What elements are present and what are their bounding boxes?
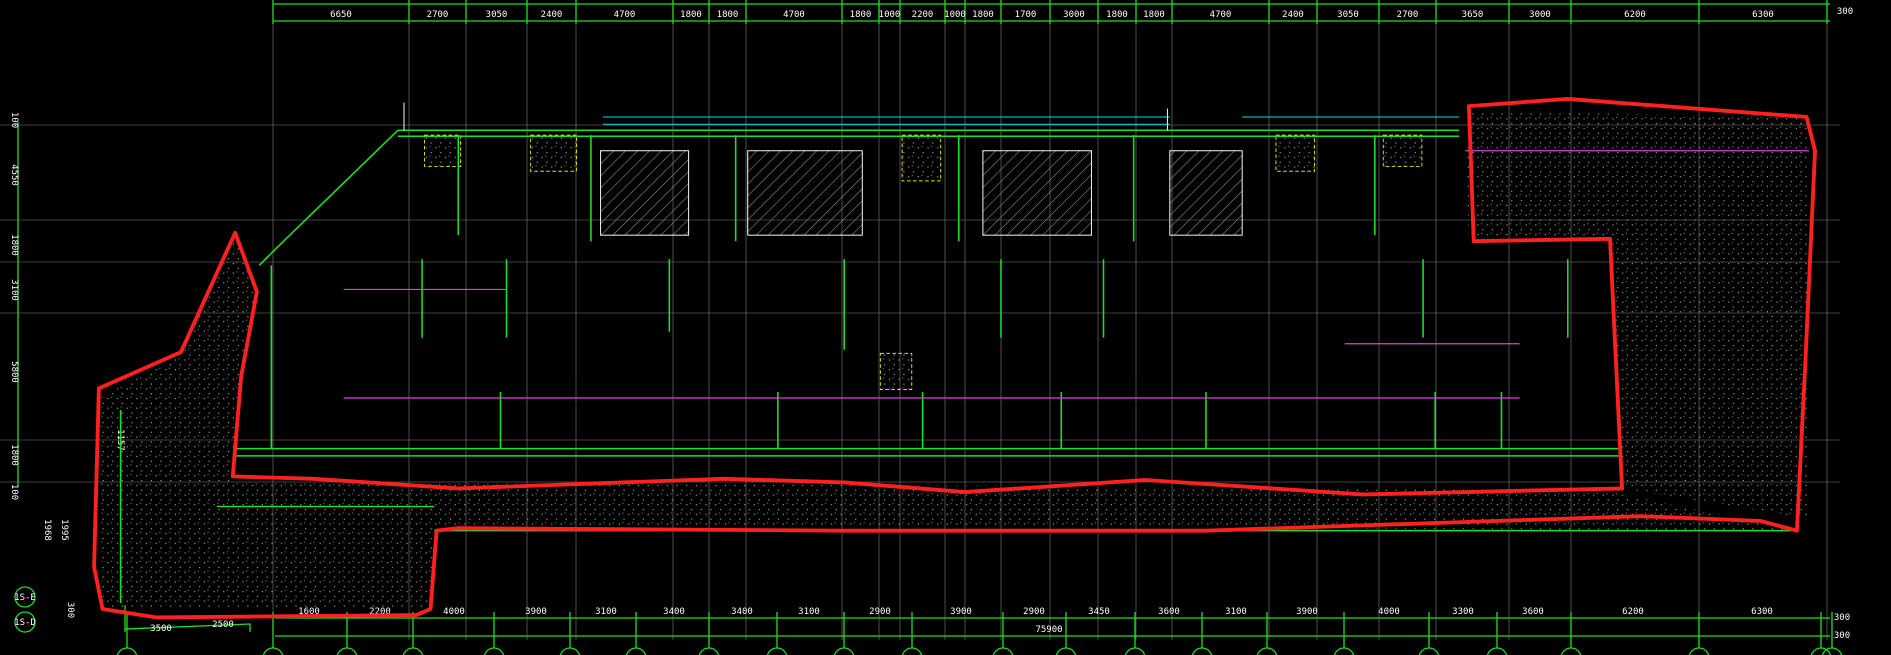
axis-bubble — [833, 647, 855, 655]
dimension-label: 3900 — [950, 607, 972, 617]
dimension-label: 2900 — [1023, 607, 1045, 617]
axis-bubble — [1055, 647, 1077, 655]
dimension-label: 3100 — [798, 607, 820, 617]
dimension-label: 2400 — [541, 10, 563, 20]
dimension-label: 3300 — [1452, 607, 1474, 617]
dimension-label: 6300 — [1751, 607, 1773, 617]
dimension-label: 3000 — [1529, 10, 1551, 20]
dimension-label: 3500 — [150, 624, 172, 634]
hatched-block — [982, 150, 1092, 236]
axis-bubble — [992, 647, 1014, 655]
dimension-label: 5800 — [9, 361, 19, 383]
dimension-label: 4700 — [783, 10, 805, 20]
dimension-label: 1000 — [879, 10, 901, 20]
dimension-label: 2900 — [869, 607, 891, 617]
dimension-label: 3000 — [1063, 10, 1085, 20]
leader-lines — [403, 102, 1168, 131]
dimension-label: 3900 — [525, 607, 547, 617]
cyan-lines — [602, 116, 1460, 125]
axis-bubble — [483, 647, 505, 655]
dimension-label: 1800 — [717, 10, 739, 20]
cad-drawing-canvas[interactable]: 6650 2700 3050 2400 4700 1800 1800 4700 1800 1000… — [0, 0, 1891, 655]
axis-bubble — [116, 647, 138, 655]
column-pit — [879, 352, 913, 391]
column-pit — [1382, 134, 1423, 167]
axis-label: 1S-E — [14, 593, 36, 603]
dimension-label: 3100 — [9, 279, 19, 301]
axis-bubble — [559, 647, 581, 655]
axis-bubble — [698, 647, 720, 655]
dimension-label: 1800 — [850, 10, 872, 20]
dimension-label: 1800 — [1106, 10, 1128, 20]
column-pit — [530, 134, 577, 172]
dimension-label: 300 — [65, 602, 75, 618]
column-pit — [901, 134, 942, 182]
hatched-block — [600, 150, 690, 236]
axis-bubble — [1688, 647, 1710, 655]
dimension-label: 300 — [1834, 631, 1850, 641]
dimension-label: 1700 — [1015, 10, 1037, 20]
axis-bubble — [336, 647, 358, 655]
axis-bubble — [1191, 647, 1213, 655]
dimension-label: 4550 — [9, 164, 19, 186]
dimension-label: 100 — [9, 112, 19, 128]
axis-bubble — [1560, 647, 1582, 655]
dimension-label: 4700 — [1210, 10, 1232, 20]
dimension-label: 4700 — [614, 10, 636, 20]
hatched-block — [1169, 150, 1243, 236]
plan-body — [92, 96, 1817, 620]
dimension-label: 3400 — [731, 607, 753, 617]
axis-bubble — [402, 647, 424, 655]
dimension-label: 2200 — [912, 10, 934, 20]
dimension-label: 6200 — [1622, 607, 1644, 617]
axis-bubble — [1333, 647, 1355, 655]
axis-bubble — [901, 647, 923, 655]
dimension-label: 1995 — [59, 519, 69, 541]
dimension-label: 1800 — [1143, 10, 1165, 20]
dimension-label: 3100 — [1225, 607, 1247, 617]
dimension-label: 1800 — [9, 234, 19, 256]
dimension-label: 3100 — [595, 607, 617, 617]
dimension-label: 1800 — [9, 444, 19, 466]
column-pit — [1275, 134, 1316, 172]
dimension-label: 6200 — [1624, 10, 1646, 20]
dimension-label: 4000 — [1378, 607, 1400, 617]
axis-bubble — [1124, 647, 1146, 655]
dimension-label: 2700 — [427, 10, 449, 20]
dimension-label: 2400 — [1282, 10, 1304, 20]
dimension-label: 100 — [9, 484, 19, 500]
dimension-label: 300 — [1834, 613, 1850, 623]
hatched-right-zone — [1465, 110, 1809, 519]
dimension-label: 3450 — [1088, 607, 1110, 617]
axis-label: 1S-D — [14, 618, 36, 628]
dimension-label: 3050 — [1337, 10, 1359, 20]
dimension-label: 1968 — [42, 519, 52, 541]
axis-bubble — [1486, 647, 1508, 655]
dimension-label: 1800 — [680, 10, 702, 20]
dimension-label: 3900 — [1296, 607, 1318, 617]
dimension-label: 3400 — [663, 607, 685, 617]
dimension-label: 2700 — [1397, 10, 1419, 20]
dimension-label: 4000 — [443, 607, 465, 617]
dimension-label: 75900 — [1035, 625, 1062, 635]
dimension-label: 3650 — [1462, 10, 1484, 20]
axis-bubble — [625, 647, 647, 655]
dimension-label: 3600 — [1158, 607, 1180, 617]
dimension-label: 3600 — [1522, 607, 1544, 617]
dimension-label: 1000 — [944, 10, 966, 20]
axis-bubble — [766, 647, 788, 655]
hatched-block — [747, 150, 863, 236]
dimension-label: 1800 — [972, 10, 994, 20]
dimension-label: 3050 — [486, 10, 508, 20]
axis-bubble — [262, 647, 284, 655]
axis-bubble — [1256, 647, 1278, 655]
dimension-label: 6300 — [1752, 10, 1774, 20]
dimension-label: 6650 — [330, 10, 352, 20]
hatched-bottom-zone — [98, 238, 1797, 610]
column-pit — [424, 134, 462, 167]
dimension-label: 300 — [1837, 7, 1853, 17]
dimension-label: 2500 — [212, 620, 234, 630]
axis-bubble — [1418, 647, 1440, 655]
